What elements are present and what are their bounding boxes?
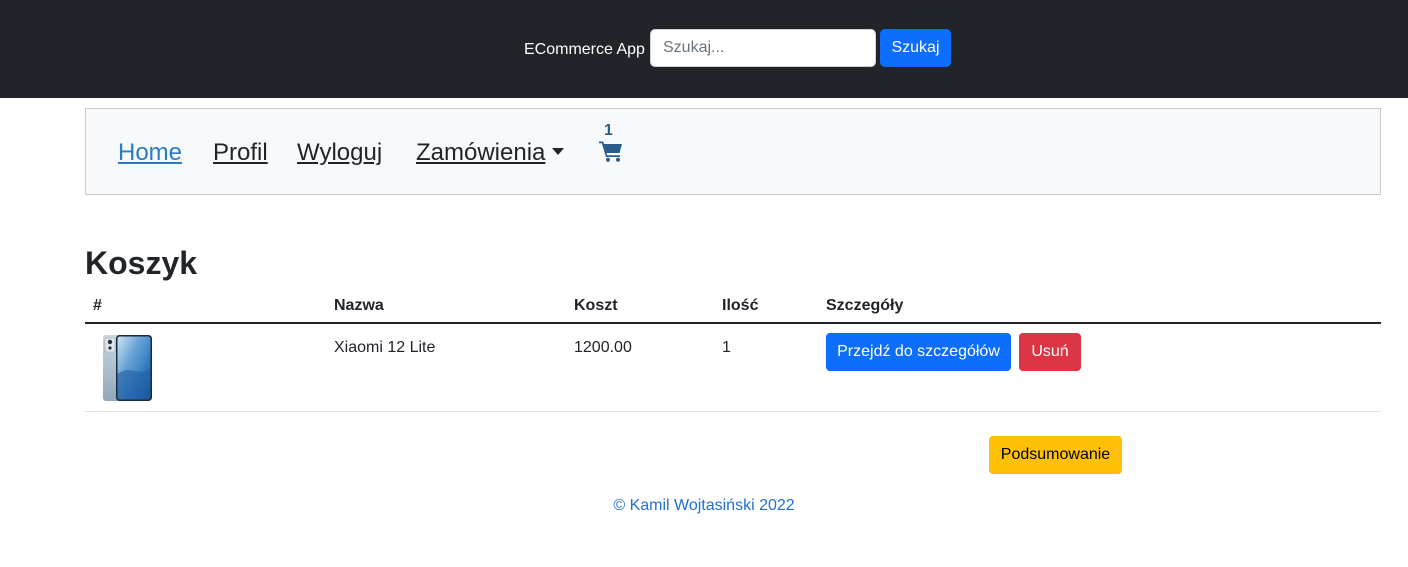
shopping-cart-icon (599, 141, 622, 162)
top-navbar: ECommerce App Szukaj (0, 0, 1408, 98)
header-details: Szczegóły (826, 297, 904, 314)
page-title: Koszyk (85, 245, 198, 281)
details-button[interactable]: Przejdź do szczegółów (826, 333, 1011, 371)
cart-count-badge: 1 (604, 122, 613, 139)
search-input[interactable] (650, 29, 876, 67)
footer-credit: © Kamil Wojtasiński 2022 (613, 497, 795, 514)
product-image[interactable] (102, 334, 153, 402)
header-divider (85, 322, 1381, 324)
header-index: # (93, 297, 102, 314)
main-nav: Home Profil Wyloguj Zamówienia 1 (85, 108, 1381, 195)
cart-button[interactable]: 1 (599, 123, 625, 163)
search-button[interactable]: Szukaj (880, 29, 951, 67)
nav-logout-link[interactable]: Wyloguj (297, 138, 382, 168)
summary-button[interactable]: Podsumowanie (989, 436, 1122, 474)
header-cost: Koszt (574, 297, 618, 314)
product-quantity: 1 (722, 339, 731, 356)
nav-home-link[interactable]: Home (118, 138, 182, 168)
caret-down-icon (552, 148, 565, 156)
product-cost: 1200.00 (574, 339, 632, 356)
header-quantity: Ilość (722, 297, 759, 314)
brand-name[interactable]: ECommerce App (524, 40, 645, 60)
nav-orders-label: Zamówienia (416, 139, 546, 166)
header-name: Nazwa (334, 297, 384, 314)
remove-button[interactable]: Usuń (1019, 333, 1081, 371)
product-name: Xiaomi 12 Lite (334, 339, 436, 356)
nav-orders-dropdown[interactable]: Zamówienia (416, 138, 565, 168)
row-divider (85, 411, 1381, 412)
nav-profile-link[interactable]: Profil (213, 138, 268, 168)
